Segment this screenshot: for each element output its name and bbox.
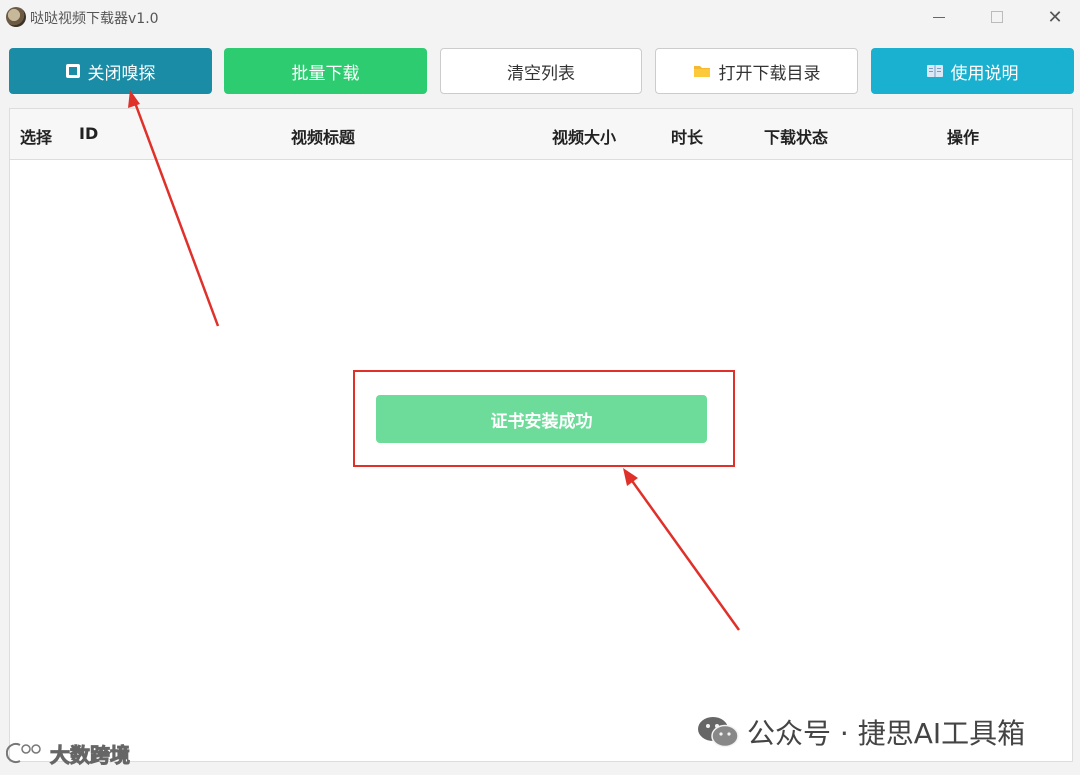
column-header-size[interactable]: 视频大小 (552, 124, 616, 148)
stop-icon (65, 64, 80, 78)
column-header-actions[interactable]: 操作 (947, 124, 979, 148)
window-title: 哒哒视频下载器v1.0 (30, 11, 159, 27)
close-icon: ✕ (1047, 6, 1063, 28)
stop-sniff-label: 关闭嗅探 (87, 63, 156, 84)
title-bar: 哒哒视频下载器v1.0 ✕ (0, 0, 1080, 34)
maximize-button[interactable] (974, 0, 1020, 34)
success-toast-message: 证书安装成功 (490, 411, 593, 432)
table-header: 选择 ID 视频标题 视频大小 时长 下载状态 操作 (10, 109, 1072, 160)
column-header-duration[interactable]: 时长 (671, 124, 703, 148)
wechat-icon (698, 717, 739, 748)
column-header-id[interactable]: ID (79, 124, 98, 143)
help-button[interactable]: 使用说明 (871, 48, 1074, 94)
book-icon (926, 65, 943, 77)
brand-watermark: 大数跨境 (6, 738, 131, 768)
close-button[interactable]: ✕ (1032, 0, 1078, 34)
column-header-title[interactable]: 视频标题 (291, 124, 355, 148)
stop-sniff-button[interactable]: 关闭嗅探 (9, 48, 212, 94)
folder-icon (693, 66, 710, 77)
column-header-status[interactable]: 下载状态 (764, 124, 828, 148)
success-toast: 证书安装成功 (376, 395, 707, 443)
wechat-watermark: 公众号 · 捷思AI工具箱 (697, 712, 1025, 752)
column-header-select[interactable]: 选择 (20, 124, 52, 148)
brand-watermark-text: 大数跨境 (50, 742, 131, 767)
clear-list-button[interactable]: 清空列表 (440, 48, 642, 94)
open-download-dir-label: 打开下载目录 (718, 63, 821, 84)
app-logo-icon (6, 7, 26, 27)
open-download-dir-button[interactable]: 打开下载目录 (655, 48, 858, 94)
clear-list-label: 清空列表 (507, 63, 575, 84)
brand-logo-icon (6, 743, 41, 763)
wechat-watermark-text: 公众号 · 捷思AI工具箱 (747, 717, 1026, 750)
batch-download-button[interactable]: 批量下载 (224, 48, 427, 94)
batch-download-label: 批量下载 (291, 63, 360, 84)
minimize-button[interactable] (916, 0, 962, 34)
help-label: 使用说明 (950, 63, 1019, 84)
